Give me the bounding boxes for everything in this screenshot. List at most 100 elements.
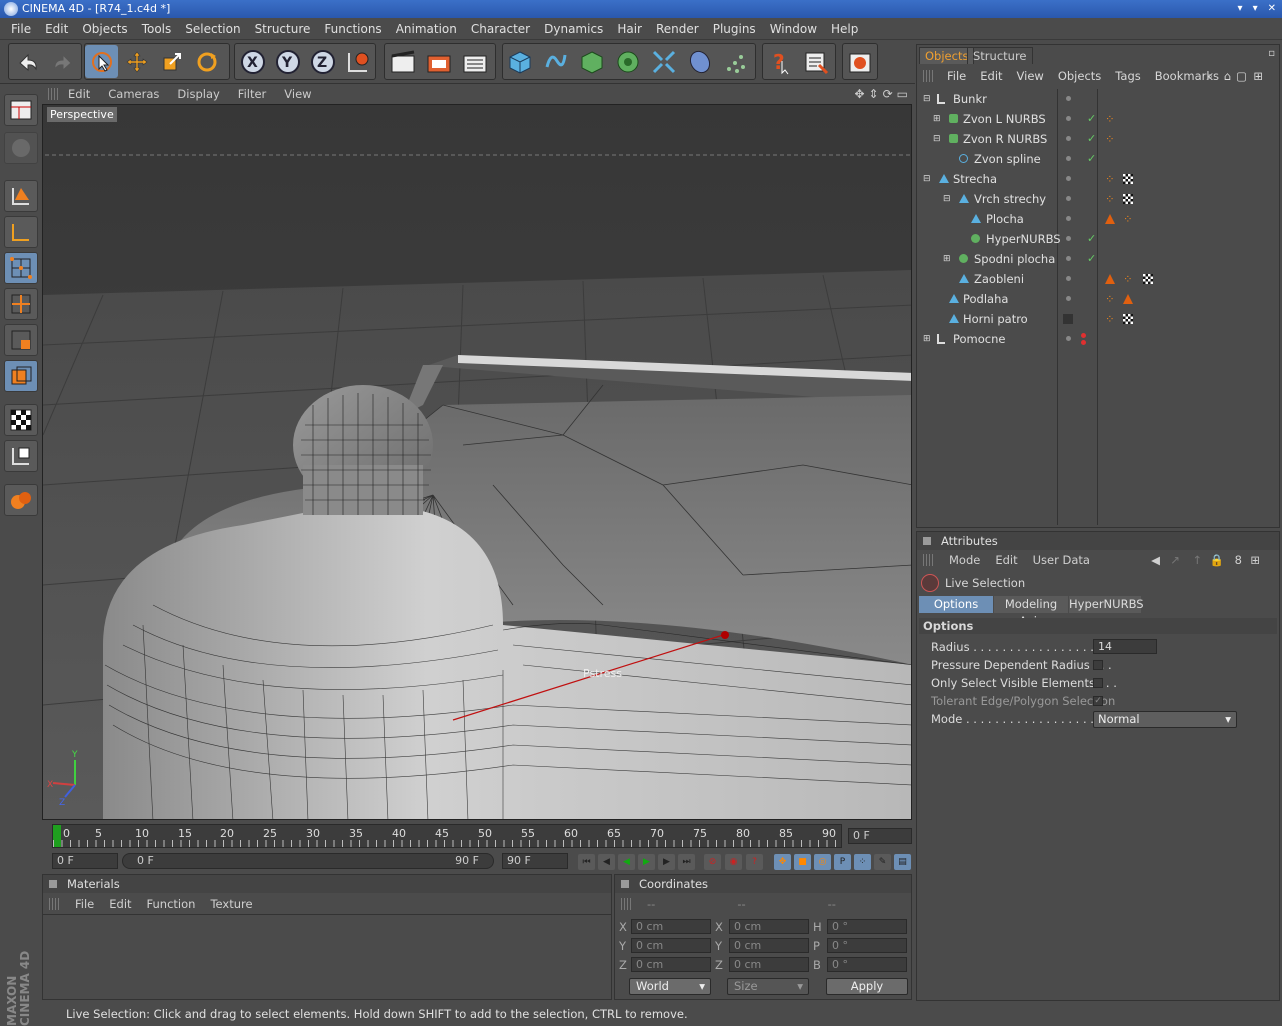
enabled-check-icon[interactable]: ✓ (1087, 229, 1096, 249)
coord-pos-x-field[interactable]: 0 cm (631, 919, 711, 934)
menu-window[interactable]: Window (765, 22, 826, 36)
objects-menu-file[interactable]: File (947, 69, 966, 83)
collapse-icon[interactable]: ⊟ (933, 129, 941, 149)
layer-swatch[interactable] (1063, 314, 1073, 324)
enabled-check-icon[interactable]: ✓ (1087, 249, 1096, 269)
attributes-menu-edit[interactable]: Edit (995, 553, 1017, 567)
keyframe-selection-icon[interactable]: ? (746, 854, 763, 870)
pressure-checkbox[interactable] (1093, 660, 1103, 670)
editor-visibility-dot[interactable] (1066, 276, 1071, 281)
viewport-menu-edit[interactable]: Edit (68, 87, 90, 101)
coord-size-y-field[interactable]: 0 cm (729, 938, 809, 953)
range-slider[interactable]: 0 F 90 F (122, 853, 494, 869)
y-axis-lock-icon[interactable]: Y (271, 45, 304, 78)
viewport-label[interactable]: Perspective (47, 107, 117, 122)
editor-visibility-dot[interactable] (1066, 216, 1071, 221)
next-frame-icon[interactable]: ▶ (658, 854, 675, 870)
tree-row[interactable]: Podlaha ⁘ (921, 289, 1277, 309)
tree-row[interactable]: Plocha ⁘ (921, 209, 1277, 229)
maximize-button[interactable]: ▾ (1253, 0, 1258, 18)
materials-menu-texture[interactable]: Texture (210, 897, 252, 911)
up-arrow-icon[interactable]: ↑ (1192, 553, 1202, 567)
prev-frame-icon[interactable]: ◀ (598, 854, 615, 870)
render-picture-viewer-icon[interactable] (458, 45, 491, 78)
play-forward-icon[interactable]: ▶ (638, 854, 655, 870)
use-model-tool-icon[interactable] (4, 94, 38, 126)
cube-icon[interactable] (503, 45, 536, 78)
forward-arrow-icon[interactable]: ↗ (1170, 553, 1180, 567)
menu-help[interactable]: Help (826, 22, 867, 36)
materials-menu-function[interactable]: Function (147, 897, 196, 911)
materials-menu-edit[interactable]: Edit (109, 897, 131, 911)
coord-rot-h-field[interactable]: 0 ° (827, 919, 907, 934)
editor-visibility-dot[interactable] (1066, 236, 1071, 241)
autokey-icon[interactable]: ◉ (725, 854, 742, 870)
coord-size-select[interactable]: Size ▾ (727, 978, 809, 995)
render-visibility-dot[interactable] (1081, 340, 1086, 345)
coord-mode-select[interactable]: World ▾ (629, 978, 711, 995)
viewport-menu-filter[interactable]: Filter (238, 87, 266, 101)
spline-pen-icon[interactable] (539, 45, 572, 78)
minimize-button[interactable]: ▾ (1238, 0, 1243, 18)
menu-animation[interactable]: Animation (391, 22, 466, 36)
enabled-check-icon[interactable]: ✓ (1087, 149, 1096, 169)
record-icon[interactable]: ⊘ (704, 854, 721, 870)
scheme-icon[interactable]: ▤ (894, 854, 911, 870)
interpolation-icon[interactable]: ✎ (874, 854, 891, 870)
rotate-view-icon[interactable]: ⟳ (883, 87, 893, 101)
tab-modeling-axis[interactable]: Modeling Axis (994, 596, 1068, 628)
menu-edit[interactable]: Edit (40, 22, 77, 36)
key-scale-icon[interactable]: ■ (794, 854, 811, 870)
tree-row[interactable]: Horni patro ⁘ (921, 309, 1277, 329)
pan-view-icon[interactable]: ✥ (854, 87, 864, 101)
key-parameter-icon[interactable]: P (834, 854, 851, 870)
apply-button[interactable]: Apply (826, 978, 908, 995)
phong-tag-icon[interactable]: ⁘ (1105, 289, 1115, 309)
tree-row[interactable]: ⊞ Spodni plocha ✓ (921, 249, 1277, 269)
attributes-menu-userdata[interactable]: User Data (1033, 553, 1090, 567)
phong-tag-icon[interactable]: ⁘ (1105, 309, 1115, 329)
texture-tag-icon[interactable] (1143, 274, 1153, 284)
search-icon[interactable]: ⌕ (1207, 69, 1213, 84)
render-view-icon[interactable] (386, 45, 419, 78)
object-mode-icon[interactable] (4, 216, 38, 248)
tolerant-checkbox[interactable]: ✓ (1093, 696, 1103, 706)
editor-visibility-dot[interactable] (1066, 336, 1071, 341)
coord-size-x-field[interactable]: 0 cm (729, 919, 809, 934)
tree-row[interactable]: ⊟ Strecha ⁘ (921, 169, 1277, 189)
expand-icon[interactable]: ⊞ (923, 329, 931, 349)
undo-icon[interactable] (11, 45, 44, 78)
array-icon[interactable] (611, 45, 644, 78)
tree-row[interactable]: ⊟ Vrch strechy ⁘ (921, 189, 1277, 209)
home-icon[interactable]: ⌂ (1224, 69, 1231, 83)
scale-icon[interactable] (155, 45, 188, 78)
close-button[interactable]: ✕ (1268, 0, 1276, 18)
editor-visibility-dot[interactable] (1066, 116, 1071, 121)
tab-hypernurbs[interactable]: HyperNURBS (1069, 596, 1144, 613)
objects-menu-tags[interactable]: Tags (1115, 69, 1140, 83)
goto-start-icon[interactable]: ⏮ (578, 854, 595, 870)
collapse-icon[interactable]: ⊟ (923, 89, 931, 109)
nurbs-icon[interactable] (575, 45, 608, 78)
tree-row[interactable]: HyperNURBS ✓ (921, 229, 1277, 249)
x-axis-lock-icon[interactable]: X (236, 45, 269, 78)
polygons-mode-icon[interactable] (4, 324, 38, 356)
editor-visibility-dot[interactable] (1066, 96, 1071, 101)
collapse-icon[interactable]: ⊟ (943, 189, 951, 209)
render-region-icon[interactable] (422, 45, 455, 78)
move-icon[interactable] (120, 45, 153, 78)
menu-file[interactable]: File (6, 22, 40, 36)
deformer-icon[interactable] (647, 45, 680, 78)
back-arrow-icon[interactable]: ◀ (1151, 553, 1160, 567)
coord-rot-b-field[interactable]: 0 ° (827, 957, 907, 972)
objects-menu-objects[interactable]: Objects (1058, 69, 1101, 83)
editor-visibility-dot[interactable] (1066, 296, 1071, 301)
panel-close-icon[interactable]: ▫ (1268, 48, 1275, 59)
menu-tools[interactable]: Tools (137, 22, 181, 36)
pin-icon[interactable]: 8 (1235, 553, 1242, 567)
play-backward-icon[interactable]: ◀ (618, 854, 635, 870)
menu-structure[interactable]: Structure (250, 22, 320, 36)
phong-tag-icon[interactable]: ⁘ (1105, 129, 1115, 149)
editor-visibility-dot[interactable] (1066, 176, 1071, 181)
scene-icon[interactable] (683, 45, 716, 78)
